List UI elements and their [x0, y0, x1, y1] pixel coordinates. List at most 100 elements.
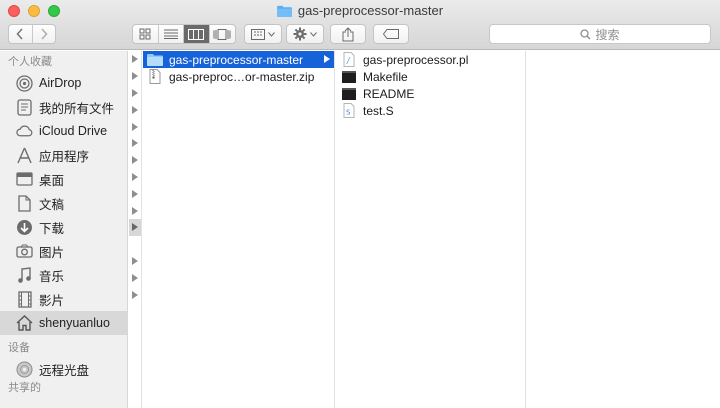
disclosure-arrow[interactable]: [129, 169, 141, 186]
tags-button[interactable]: [373, 24, 409, 44]
desktop-icon: [16, 171, 33, 188]
gear-icon: [293, 27, 307, 41]
item-label: gas-preprocessor-master: [169, 52, 304, 67]
folder-column: gas-preprocessor-master gas-preproc…or-m…: [143, 51, 335, 408]
sidebar-item-label: AirDrop: [39, 76, 82, 90]
terminal-icon: [341, 87, 357, 101]
arrange-grid-icon: [251, 28, 265, 40]
devices-header: 设备: [8, 342, 30, 354]
search-field[interactable]: 搜索: [489, 24, 711, 44]
disclosure-arrow[interactable]: [129, 152, 141, 169]
favorites-header: 个人收藏: [8, 56, 52, 68]
sidebar-item-movies[interactable]: 影片: [0, 287, 127, 311]
arrange-button[interactable]: [244, 24, 282, 44]
all-files-icon: [16, 98, 33, 116]
disclosure-arrow[interactable]: [129, 253, 141, 270]
nav-buttons: [8, 24, 56, 44]
sidebar-item-label: iCloud Drive: [39, 124, 108, 138]
sidebar-item-home[interactable]: shenyuanluo: [0, 311, 127, 335]
item-label: test.S: [363, 103, 394, 118]
share-icon: [342, 26, 354, 41]
sidebar-item-label: 文稿: [39, 197, 65, 212]
sidebar-item-label: 音乐: [39, 269, 65, 284]
empty-row: [129, 236, 141, 253]
sidebar-item-remote-disc[interactable]: 远程光盘: [0, 357, 127, 381]
movies-icon: [16, 290, 33, 308]
files-column: / gas-preprocessor.pl Makefile README S …: [336, 51, 526, 408]
folder-icon: [147, 53, 163, 67]
zip-icon: [147, 69, 163, 84]
grid-icon: [139, 28, 151, 40]
list-item-file[interactable]: README: [336, 85, 525, 102]
applications-icon: [16, 147, 33, 164]
downloads-icon: [16, 219, 33, 236]
sidebar: 个人收藏 AirDrop 我的所有文件 iCloud Drive 应用程序 桌面…: [0, 51, 128, 408]
back-button[interactable]: [9, 25, 33, 43]
cover-flow-button[interactable]: [210, 25, 235, 43]
list-item-zip[interactable]: gas-preproc…or-master.zip: [143, 68, 334, 85]
action-menu-button[interactable]: [286, 24, 324, 44]
source-file-icon: S: [341, 103, 357, 118]
icon-view-button[interactable]: [133, 25, 159, 43]
sidebar-item-documents[interactable]: 文稿: [0, 191, 127, 215]
sidebar-item-label: 桌面: [39, 173, 65, 188]
item-label: gas-preprocessor.pl: [363, 52, 469, 67]
empty-column: [527, 51, 720, 408]
cloud-icon: [16, 123, 33, 140]
disclosure-arrow[interactable]: [129, 269, 141, 286]
camera-icon: [16, 243, 33, 260]
disclosure-arrow[interactable]: [129, 85, 141, 102]
sidebar-item-label: 图片: [39, 245, 65, 260]
disclosure-arrow[interactable]: [129, 101, 141, 118]
sidebar-item-label: 影片: [39, 293, 65, 308]
disclosure-arrow[interactable]: [129, 118, 141, 135]
sidebar-item-airdrop[interactable]: AirDrop: [0, 71, 127, 95]
sidebar-item-all-files[interactable]: 我的所有文件: [0, 95, 127, 119]
sidebar-item-downloads[interactable]: 下载: [0, 215, 127, 239]
sidebar-item-label: 应用程序: [39, 149, 90, 164]
forward-button[interactable]: [33, 25, 56, 43]
disclosure-arrow[interactable]: [129, 185, 141, 202]
chevron-right-icon: [41, 28, 48, 40]
search-placeholder: 搜索: [595, 27, 620, 42]
airdrop-icon: [16, 74, 33, 92]
view-mode-control: [132, 24, 236, 44]
window-title: gas-preprocessor-master: [0, 3, 720, 18]
terminal-icon: [341, 70, 357, 84]
list-item-file[interactable]: Makefile: [336, 68, 525, 85]
disclosure-arrow[interactable]: [129, 51, 141, 68]
disc-icon: [16, 361, 33, 378]
sidebar-item-label: 远程光盘: [39, 363, 90, 378]
share-button[interactable]: [330, 24, 366, 44]
sidebar-item-icloud-drive[interactable]: iCloud Drive: [0, 119, 127, 143]
sidebar-item-applications[interactable]: 应用程序: [0, 143, 127, 167]
search-icon: [580, 28, 591, 39]
list-item-file[interactable]: / gas-preprocessor.pl: [336, 51, 525, 68]
chevron-down-icon: [310, 31, 317, 37]
list-item-folder[interactable]: gas-preprocessor-master: [143, 51, 334, 68]
column-view-button[interactable]: [184, 25, 210, 43]
shared-header: 共享的: [8, 382, 41, 394]
item-label: README: [363, 86, 415, 101]
disclosure-arrow[interactable]: [129, 286, 141, 303]
sidebar-item-desktop[interactable]: 桌面: [0, 167, 127, 191]
chevron-down-icon: [268, 31, 275, 37]
folder-icon: [277, 5, 292, 17]
disclosure-arrow: [324, 55, 330, 63]
sidebar-item-pictures[interactable]: 图片: [0, 239, 127, 263]
list-icon: [163, 29, 178, 39]
list-view-button[interactable]: [159, 25, 184, 43]
list-item-file[interactable]: S test.S: [336, 102, 525, 119]
sidebar-item-label: 下载: [39, 221, 65, 236]
columns-icon: [188, 28, 205, 40]
parent-column: [129, 51, 142, 408]
disclosure-arrow[interactable]: [129, 68, 141, 85]
item-label: Makefile: [363, 69, 408, 84]
disclosure-arrow-selected[interactable]: [129, 218, 141, 236]
disclosure-arrow[interactable]: [129, 135, 141, 152]
sidebar-item-music[interactable]: 音乐: [0, 263, 127, 287]
disclosure-arrow[interactable]: [129, 202, 141, 219]
documents-icon: [16, 194, 33, 212]
item-label: gas-preproc…or-master.zip: [169, 69, 315, 84]
chevron-left-icon: [16, 28, 23, 40]
